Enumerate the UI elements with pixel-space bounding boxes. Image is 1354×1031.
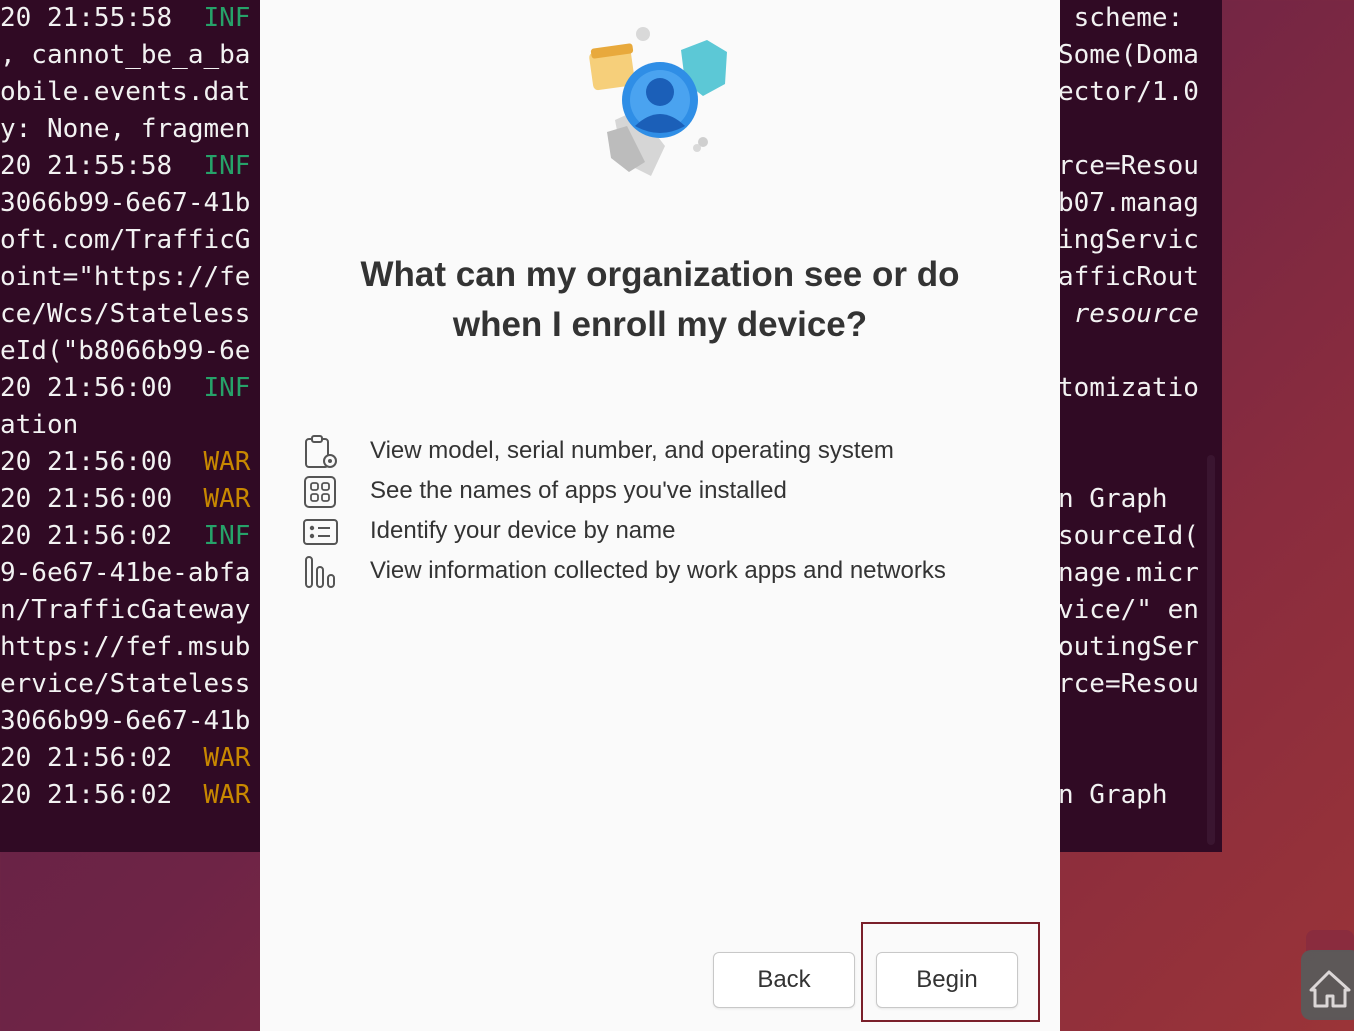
log-level: INF <box>203 373 251 403</box>
terminal-line-text: 20 21:56:02 <box>0 743 204 773</box>
terminal-line-text: ce/Wcs/Stateless <box>0 299 251 329</box>
log-level: WAR <box>203 484 251 514</box>
clipboard-gear-icon <box>302 434 340 470</box>
terminal-line: scheme: <box>1058 3 1184 33</box>
terminal-line: outingSer <box>1058 632 1199 662</box>
terminal-line: sourceId( <box>1058 521 1199 551</box>
log-level: WAR <box>203 780 251 810</box>
terminal-line: 20 21:56:02 INF <box>0 518 250 555</box>
terminal-line: afficRout <box>1058 262 1199 292</box>
terminal-line: resource <box>1058 299 1199 329</box>
terminal-line-text: 20 21:56:00 <box>0 447 204 477</box>
terminal-line-text: ation <box>0 410 79 440</box>
list-item: See the names of apps you've installed <box>302 472 1022 512</box>
terminal-line: 3066b99-6e67-41b <box>0 703 250 740</box>
terminal-line: 20 21:55:58 INF <box>0 0 250 37</box>
permission-text: See the names of apps you've installed <box>370 477 787 504</box>
apps-grid-icon <box>302 474 340 510</box>
terminal-line-text: https://fef.msub <box>0 632 251 662</box>
terminal-line-text: 3066b99-6e67-41b <box>0 188 251 218</box>
terminal-line: tomizatio <box>1058 373 1199 403</box>
terminal-line: 20 21:55:58 INF <box>0 148 250 185</box>
log-level: INF <box>203 3 251 33</box>
device-enrollment-illustration <box>585 22 735 182</box>
back-button[interactable]: Back <box>713 952 855 1008</box>
enrollment-dialog: What can my organization see or do when … <box>260 0 1060 1031</box>
terminal-right-column: scheme: Some(Doma ector/1.0 rce=Resou b07.ma… <box>1058 0 1208 852</box>
heading-line-1: What can my organization see or do <box>360 255 960 294</box>
terminal-line-text: obile.events.dat <box>0 77 251 107</box>
terminal-line: obile.events.dat <box>0 74 250 111</box>
terminal-line: n Graph <box>1058 484 1168 514</box>
bar-chart-icon <box>302 554 340 590</box>
terminal-line: 20 21:56:00 WAR <box>0 444 250 481</box>
terminal-line: nage.micr <box>1058 558 1199 588</box>
id-card-icon <box>302 514 340 550</box>
terminal-line-text: 3066b99-6e67-41b <box>0 706 251 736</box>
log-level: WAR <box>203 447 251 477</box>
terminal-line: n/TrafficGateway <box>0 592 250 629</box>
log-level: INF <box>203 151 251 181</box>
list-item: View model, serial number, and operating… <box>302 432 1022 472</box>
terminal-line-text: n/TrafficGateway <box>0 595 251 625</box>
terminal-line: https://fef.msub <box>0 629 250 666</box>
terminal-line: oint="https://fe <box>0 259 250 296</box>
terminal-line-text: 20 21:55:58 <box>0 151 204 181</box>
permission-text: Identify your device by name <box>370 517 676 544</box>
begin-button[interactable]: Begin <box>876 952 1018 1008</box>
permission-text: View information collected by work apps … <box>370 557 946 584</box>
terminal-line: 3066b99-6e67-41b <box>0 185 250 222</box>
terminal-line: 20 21:56:02 WAR <box>0 740 250 777</box>
terminal-line: , cannot_be_a_ba <box>0 37 250 74</box>
log-level: INF <box>203 521 251 551</box>
terminal-line: oft.com/TrafficG <box>0 222 250 259</box>
terminal-line-text: 20 21:56:02 <box>0 521 204 551</box>
terminal-line-text: eId("b8066b99-6e <box>0 336 251 366</box>
terminal-line-text: 20 21:55:58 <box>0 3 204 33</box>
terminal-scrollbar[interactable] <box>1207 455 1215 845</box>
terminal-line: ce/Wcs/Stateless <box>0 296 250 333</box>
terminal-line: ingServic <box>1058 225 1199 255</box>
terminal-line: rce=Resou <box>1058 151 1199 181</box>
terminal-line-text: , cannot_be_a_ba <box>0 40 251 70</box>
terminal-line-text: ervice/Stateless <box>0 669 251 699</box>
list-item: View information collected by work apps … <box>302 552 1022 592</box>
terminal-line: 20 21:56:00 WAR <box>0 481 250 518</box>
terminal-line: 20 21:56:02 WAR <box>0 777 250 814</box>
terminal-line-text: 20 21:56:02 <box>0 780 204 810</box>
terminal-line-text: oint="https://fe <box>0 262 251 292</box>
terminal-line-text: 9-6e67-41be-abfa <box>0 558 251 588</box>
terminal-line: ervice/Stateless <box>0 666 250 703</box>
terminal-line: vice/" en <box>1058 595 1199 625</box>
terminal-line: 20 21:56:00 INF <box>0 370 250 407</box>
terminal-line: n Graph <box>1058 780 1168 810</box>
terminal-line: rce=Resou <box>1058 669 1199 699</box>
terminal-line: ector/1.0 <box>1058 77 1199 107</box>
terminal-line: ation <box>0 407 78 444</box>
log-level: WAR <box>203 743 251 773</box>
terminal-line: 9-6e67-41be-abfa <box>0 555 250 592</box>
permission-text: View model, serial number, and operating… <box>370 437 894 464</box>
terminal-line-text: oft.com/TrafficG <box>0 225 251 255</box>
terminal-left-column: 20 21:55:58 INF, cannot_be_a_ba obile.eve… <box>0 0 262 852</box>
terminal-line: eId("b8066b99-6e <box>0 333 250 370</box>
terminal-line: y: None, fragmen <box>0 111 250 148</box>
terminal-line: Some(Doma <box>1058 40 1199 70</box>
terminal-line-text: 20 21:56:00 <box>0 484 204 514</box>
terminal-line-text: y: None, fragmen <box>0 114 251 144</box>
dialog-heading: What can my organization see or do when … <box>320 250 1000 350</box>
terminal-line-text: 20 21:56:00 <box>0 373 204 403</box>
list-item: Identify your device by name <box>302 512 1022 552</box>
terminal-line: b07.manag <box>1058 188 1199 218</box>
heading-line-2: when I enroll my device? <box>452 305 868 344</box>
dock-home-icon[interactable] <box>1301 950 1354 1020</box>
dock-folder-icon[interactable] <box>1306 930 1354 952</box>
